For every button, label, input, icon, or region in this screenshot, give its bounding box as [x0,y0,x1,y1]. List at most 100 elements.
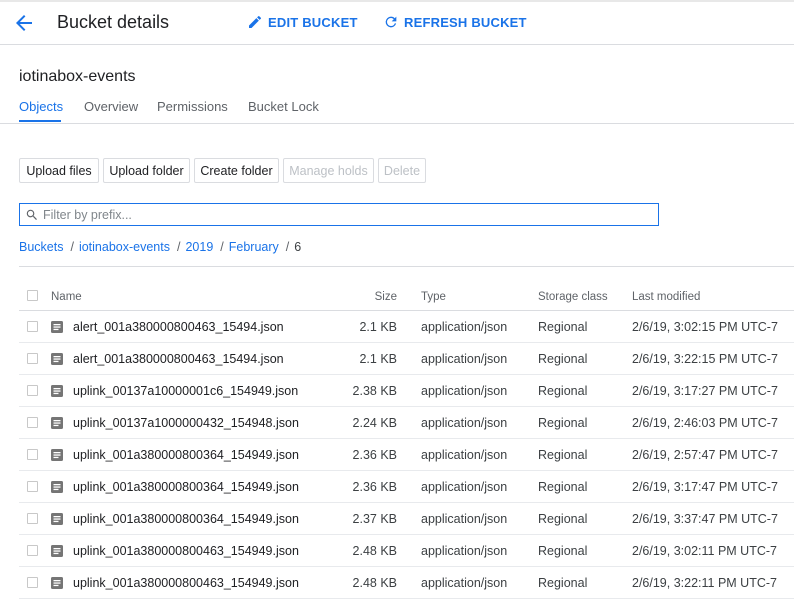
upload-folder-button[interactable]: Upload folder [103,158,190,183]
object-type: application/json [421,447,508,462]
object-last-modified: 2/6/19, 2:57:47 PM UTC-7 [632,447,778,462]
object-type: application/json [421,351,508,366]
object-name-link[interactable]: uplink_001a380000800364_154949.json [73,480,299,494]
object-type: application/json [421,319,508,334]
tab-objects[interactable]: Objects [19,99,63,114]
edit-bucket-button[interactable]: EDIT BUCKET [247,14,358,30]
breadcrumb-year[interactable]: 2019 [185,240,213,254]
row-checkbox[interactable] [27,416,38,428]
file-text-icon [51,416,63,429]
breadcrumb-separator: / [220,240,224,254]
object-name-link[interactable]: uplink_001a380000800364_154949.json [73,512,299,526]
search-icon [26,209,37,220]
active-tab-indicator [19,120,61,122]
object-last-modified: 2/6/19, 3:22:15 PM UTC-7 [632,351,778,366]
delete-button[interactable]: Delete [378,158,426,183]
object-type: application/json [421,383,508,398]
object-size: 2.48 KB [352,575,397,590]
bucket-name: iotinabox-events [19,68,136,85]
tab-bar: Objects Overview Permissions Bucket Lock [0,98,794,124]
file-text-icon [51,384,63,397]
edit-bucket-label: EDIT BUCKET [268,14,358,30]
breadcrumb-current: 6 [294,240,302,254]
object-name-link[interactable]: uplink_001a380000800364_154949.json [73,448,299,462]
object-name-link[interactable]: alert_001a380000800463_15494.json [73,320,284,334]
object-storage-class: Regional [538,575,588,590]
table-row[interactable]: uplink_00137a1000000432_154948.json 2.24 … [19,407,794,439]
object-name-link[interactable]: uplink_00137a10000001c6_154949.json [73,384,298,398]
table-row[interactable]: alert_001a380000800463_15494.json 2.1 KB a… [19,311,794,343]
column-header-size[interactable]: Size [375,291,397,303]
row-checkbox[interactable] [27,384,38,396]
object-type: application/json [421,511,508,526]
row-checkbox[interactable] [27,512,38,524]
table-row[interactable]: alert_001a380000800463_15494.json 2.1 KB a… [19,343,794,375]
object-last-modified: 2/6/19, 3:17:47 PM UTC-7 [632,479,778,494]
pencil-icon [249,15,262,28]
select-all-checkbox[interactable] [27,290,38,301]
arrow-left-icon [16,15,32,31]
breadcrumb-separator: / [70,240,74,254]
column-header-type[interactable]: Type [421,291,446,303]
column-header-last-modified[interactable]: Last modified [632,291,700,303]
object-size: 2.36 KB [352,479,397,494]
object-name-link[interactable]: uplink_00137a1000000432_154948.json [73,416,299,430]
table-row[interactable]: uplink_001a380000800364_154949.json 2.36 … [19,439,794,471]
table-row[interactable]: uplink_001a380000800463_154949.json 2.48 … [19,535,794,567]
create-folder-button[interactable]: Create folder [194,158,279,183]
breadcrumb-month[interactable]: February [229,240,279,254]
table-row[interactable]: uplink_00137a10000001c6_154949.json 2.38 … [19,375,794,407]
row-checkbox[interactable] [27,320,38,332]
object-size: 2.1 KB [359,351,397,366]
object-last-modified: 2/6/19, 3:02:11 PM UTC-7 [632,543,777,558]
breadcrumb-separator: / [176,240,181,254]
tab-permissions[interactable]: Permissions [157,99,228,114]
file-text-icon [51,480,63,493]
object-storage-class: Regional [538,383,588,398]
page-title: Bucket details [57,12,170,32]
object-last-modified: 2/6/19, 3:02:15 PM UTC-7 [632,319,778,334]
back-button[interactable] [12,11,36,35]
manage-holds-button[interactable]: Manage holds [283,158,374,183]
object-name-link[interactable]: uplink_001a380000800463_154949.json [73,544,299,558]
breadcrumb-bucket[interactable]: iotinabox-events [79,240,170,254]
divider [19,266,794,267]
column-header-storage-class[interactable]: Storage class [538,291,608,303]
file-text-icon [51,448,63,461]
table-row[interactable]: uplink_001a380000800364_154949.json 2.36 … [19,471,794,503]
object-last-modified: 2/6/19, 3:37:47 PM UTC-7 [632,511,778,526]
refresh-icon [385,16,397,28]
object-type: application/json [421,415,508,430]
table-row[interactable]: uplink_001a380000800463_154949.json 2.48 … [19,567,794,599]
row-checkbox[interactable] [27,448,38,460]
row-checkbox[interactable] [27,352,38,364]
row-checkbox[interactable] [27,480,38,492]
tab-overview[interactable]: Overview [84,99,138,114]
row-checkbox[interactable] [27,576,38,588]
object-last-modified: 2/6/19, 3:22:11 PM UTC-7 [632,575,777,590]
breadcrumb-buckets[interactable]: Buckets [19,240,63,254]
column-header-name[interactable]: Name [51,291,82,303]
file-text-icon [51,576,63,589]
filter-prefix-input[interactable] [43,207,633,222]
breadcrumb-separator: / [285,240,290,254]
table-header: Name Size Type Storage class Last modifi… [19,284,794,311]
object-storage-class: Regional [538,447,588,462]
table-row[interactable]: uplink_001a380000800364_154949.json 2.37 … [19,503,794,535]
refresh-bucket-button[interactable]: REFRESH BUCKET [383,14,527,30]
row-checkbox[interactable] [27,544,38,556]
file-text-icon [51,320,63,333]
object-storage-class: Regional [538,511,588,526]
object-size: 2.38 KB [352,383,397,398]
object-size: 2.1 KB [359,319,397,334]
filter-box [19,203,659,226]
upload-files-button[interactable]: Upload files [19,158,99,183]
tab-bucket-lock[interactable]: Bucket Lock [248,99,319,114]
object-size: 2.48 KB [352,543,397,558]
object-storage-class: Regional [538,319,588,334]
object-storage-class: Regional [538,351,588,366]
object-name-link[interactable]: alert_001a380000800463_15494.json [73,352,284,366]
object-last-modified: 2/6/19, 3:17:27 PM UTC-7 [632,383,778,398]
object-name-link[interactable]: uplink_001a380000800463_154949.json [73,576,299,590]
object-type: application/json [421,575,508,590]
